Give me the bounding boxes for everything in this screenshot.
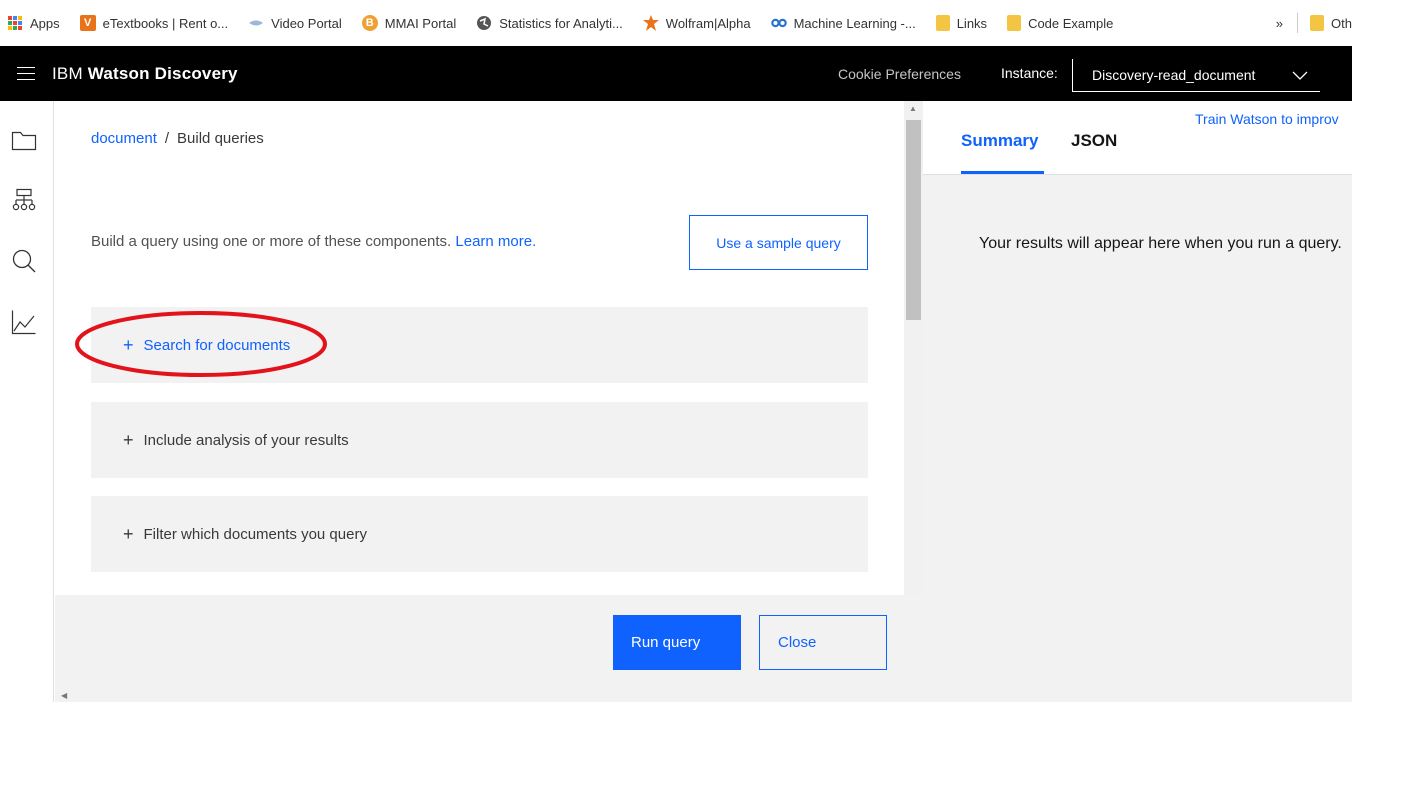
vitalsource-icon: V <box>79 15 96 31</box>
network-icon[interactable] <box>11 188 37 214</box>
tile-label: Filter which documents you query <box>143 525 367 543</box>
menu-button[interactable] <box>0 46 52 101</box>
plus-icon: + <box>123 430 134 450</box>
folder-icon <box>1007 15 1022 31</box>
breadcrumb: document / Build queries <box>91 130 264 147</box>
brand-name: Watson Discovery <box>87 63 238 83</box>
bookmarks-bar: Apps V eTextbooks | Rent o... Video Port… <box>0 0 1352 46</box>
bookmark-label: Oth <box>1331 15 1352 31</box>
use-sample-query-button[interactable]: Use a sample query <box>689 215 868 270</box>
bookmark-label: Code Example <box>1028 15 1114 31</box>
scroll-thumb[interactable] <box>906 120 921 320</box>
chevron-down-icon <box>1292 71 1308 80</box>
scroll-up-icon[interactable]: ▲ <box>909 104 917 113</box>
bookmark-label: Wolfram|Alpha <box>665 15 751 31</box>
filter-documents-tile[interactable]: + Filter which documents you query <box>91 496 868 572</box>
tile-label: Search for documents <box>143 336 291 354</box>
tab-json[interactable]: JSON <box>1071 131 1117 174</box>
app-title[interactable]: IBM Watson Discovery <box>52 64 238 84</box>
bookmarks-divider <box>1297 13 1299 33</box>
bookmark-label: Video Portal <box>271 15 342 31</box>
apps-grid-icon <box>8 16 22 30</box>
bookmark-label: Apps <box>30 15 60 31</box>
bookmark-label: Statistics for Analyti... <box>499 15 623 31</box>
intro-text: Build a query using one or more of these… <box>91 233 536 250</box>
bookmark-label: Links <box>956 15 988 31</box>
instance-dropdown[interactable]: Discovery-read_document <box>1072 59 1320 92</box>
analytics-icon[interactable] <box>11 309 37 335</box>
breadcrumb-current: Build queries <box>177 130 264 147</box>
video-portal-icon <box>248 15 264 31</box>
bookmark-mmai-portal[interactable]: B MMAI Portal <box>361 15 457 31</box>
plus-icon: + <box>123 335 134 355</box>
app-header: IBM Watson Discovery Cookie Preferences … <box>0 46 1352 101</box>
learn-more-link[interactable]: Learn more. <box>455 233 536 250</box>
coursera-icon <box>770 15 787 31</box>
bookmark-wolfram[interactable]: Wolfram|Alpha <box>642 15 751 31</box>
search-icon[interactable] <box>11 248 37 274</box>
bookmark-label: Machine Learning -... <box>793 15 916 31</box>
scroll-left-icon[interactable]: ◀ <box>61 691 67 700</box>
mmai-icon: B <box>361 15 378 31</box>
bookmark-apps[interactable]: Apps <box>8 16 60 31</box>
bookmark-code-example[interactable]: Code Example <box>1007 15 1113 31</box>
bookmark-links[interactable]: Links <box>935 15 988 31</box>
side-nav <box>0 101 54 702</box>
breadcrumb-separator: / <box>164 130 170 147</box>
bookmark-label: MMAI Portal <box>384 15 457 31</box>
bookmarks-overflow-button[interactable]: » <box>1276 16 1283 31</box>
instance-label: Instance: <box>1001 65 1058 81</box>
intro-label: Build a query using one or more of these… <box>91 233 452 250</box>
globe-icon <box>476 15 492 31</box>
folder-icon <box>1310 15 1325 31</box>
results-placeholder: Your results will appear here when you r… <box>979 235 1342 252</box>
run-query-button[interactable]: Run query <box>613 615 741 670</box>
bookmark-other[interactable]: Oth <box>1310 15 1352 31</box>
folder-icon <box>935 15 950 31</box>
close-button[interactable]: Close <box>759 615 887 670</box>
bookmark-label: eTextbooks | Rent o... <box>102 15 229 31</box>
bookmark-etextbooks[interactable]: V eTextbooks | Rent o... <box>79 15 229 31</box>
query-actions: Run query Close <box>55 595 924 688</box>
plus-icon: + <box>123 524 134 544</box>
include-analysis-tile[interactable]: + Include analysis of your results <box>91 402 868 478</box>
instance-value: Discovery-read_document <box>1092 67 1256 83</box>
search-for-documents-tile[interactable]: + Search for documents <box>91 307 868 383</box>
folder-icon[interactable] <box>11 128 37 154</box>
bookmark-machine-learning[interactable]: Machine Learning -... <box>770 15 916 31</box>
tab-summary[interactable]: Summary <box>961 131 1044 174</box>
tile-label: Include analysis of your results <box>143 431 349 449</box>
horizontal-scrollbar[interactable]: ◀ <box>55 688 924 702</box>
hamburger-icon <box>17 66 35 81</box>
bookmark-statistics[interactable]: Statistics for Analyti... <box>476 15 623 31</box>
train-watson-link[interactable]: Train Watson to improv <box>1195 111 1339 127</box>
vertical-scrollbar[interactable]: ▲ <box>904 101 923 595</box>
breadcrumb-link-document[interactable]: document <box>91 130 157 147</box>
bookmark-video-portal[interactable]: Video Portal <box>248 15 342 31</box>
wolfram-icon <box>642 15 659 31</box>
brand-prefix: IBM <box>52 63 83 83</box>
cookie-preferences-link[interactable]: Cookie Preferences <box>838 66 961 82</box>
results-panel: Train Watson to improv Summary JSON Your… <box>923 101 1352 702</box>
build-queries-panel: document / Build queries Build a query usi… <box>55 101 904 595</box>
results-header: Train Watson to improv Summary JSON <box>923 101 1352 175</box>
